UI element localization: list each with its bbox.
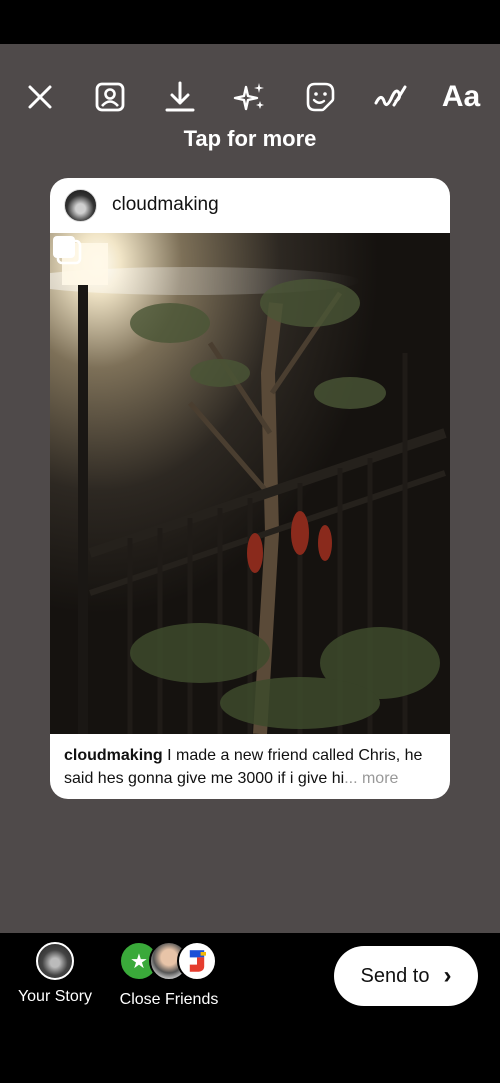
status-bar: [0, 0, 500, 44]
draw-button[interactable]: [368, 72, 412, 122]
close-icon: [28, 85, 52, 109]
close-friend-avatar-logo: [177, 941, 217, 981]
download-button[interactable]: [158, 72, 202, 122]
sticker-button[interactable]: [298, 72, 342, 122]
post-caption: cloudmaking I made a new friend called C…: [64, 744, 440, 790]
story-editor-toolbar: Aa: [0, 72, 500, 124]
shared-post-card[interactable]: cloudmaking cloudmaking I made a new fri…: [50, 178, 450, 799]
post-header: cloudmaking: [50, 178, 450, 233]
close-friends-avatars: ★: [119, 941, 219, 983]
share-bottom-bar: Your Story ★ Close Friends Send to ›: [0, 933, 500, 1083]
night-fence-photo: [50, 233, 450, 734]
close-friends-label: Close Friends: [119, 991, 219, 1008]
close-button[interactable]: [18, 72, 62, 122]
caption-more-link[interactable]: ... more: [344, 770, 398, 787]
send-to-label: Send to: [360, 964, 430, 987]
caption-username: cloudmaking: [64, 747, 163, 764]
profile-frame-button[interactable]: [88, 72, 132, 122]
profile-frame-icon: [95, 82, 125, 112]
multiple-photos-icon: [53, 236, 82, 265]
effects-sparkles-icon: [233, 83, 264, 111]
post-author-username: cloudmaking: [112, 194, 219, 215]
sticker-icon: [306, 82, 335, 112]
your-story-button[interactable]: Your Story: [14, 942, 96, 1006]
effects-button[interactable]: [228, 72, 272, 122]
download-icon: [165, 81, 195, 112]
close-friends-button[interactable]: ★ Close Friends: [116, 941, 222, 1009]
text-tool-button[interactable]: Aa: [436, 72, 486, 122]
your-story-avatar: [36, 942, 74, 980]
tap-for-more-hint[interactable]: Tap for more: [0, 126, 500, 152]
send-to-button[interactable]: Send to ›: [334, 946, 478, 1006]
chevron-right-icon: ›: [443, 962, 452, 989]
draw-squiggle-icon: [374, 85, 407, 107]
your-story-label: Your Story: [17, 988, 93, 1005]
post-photo: [50, 233, 450, 734]
post-author-avatar: [64, 189, 97, 222]
